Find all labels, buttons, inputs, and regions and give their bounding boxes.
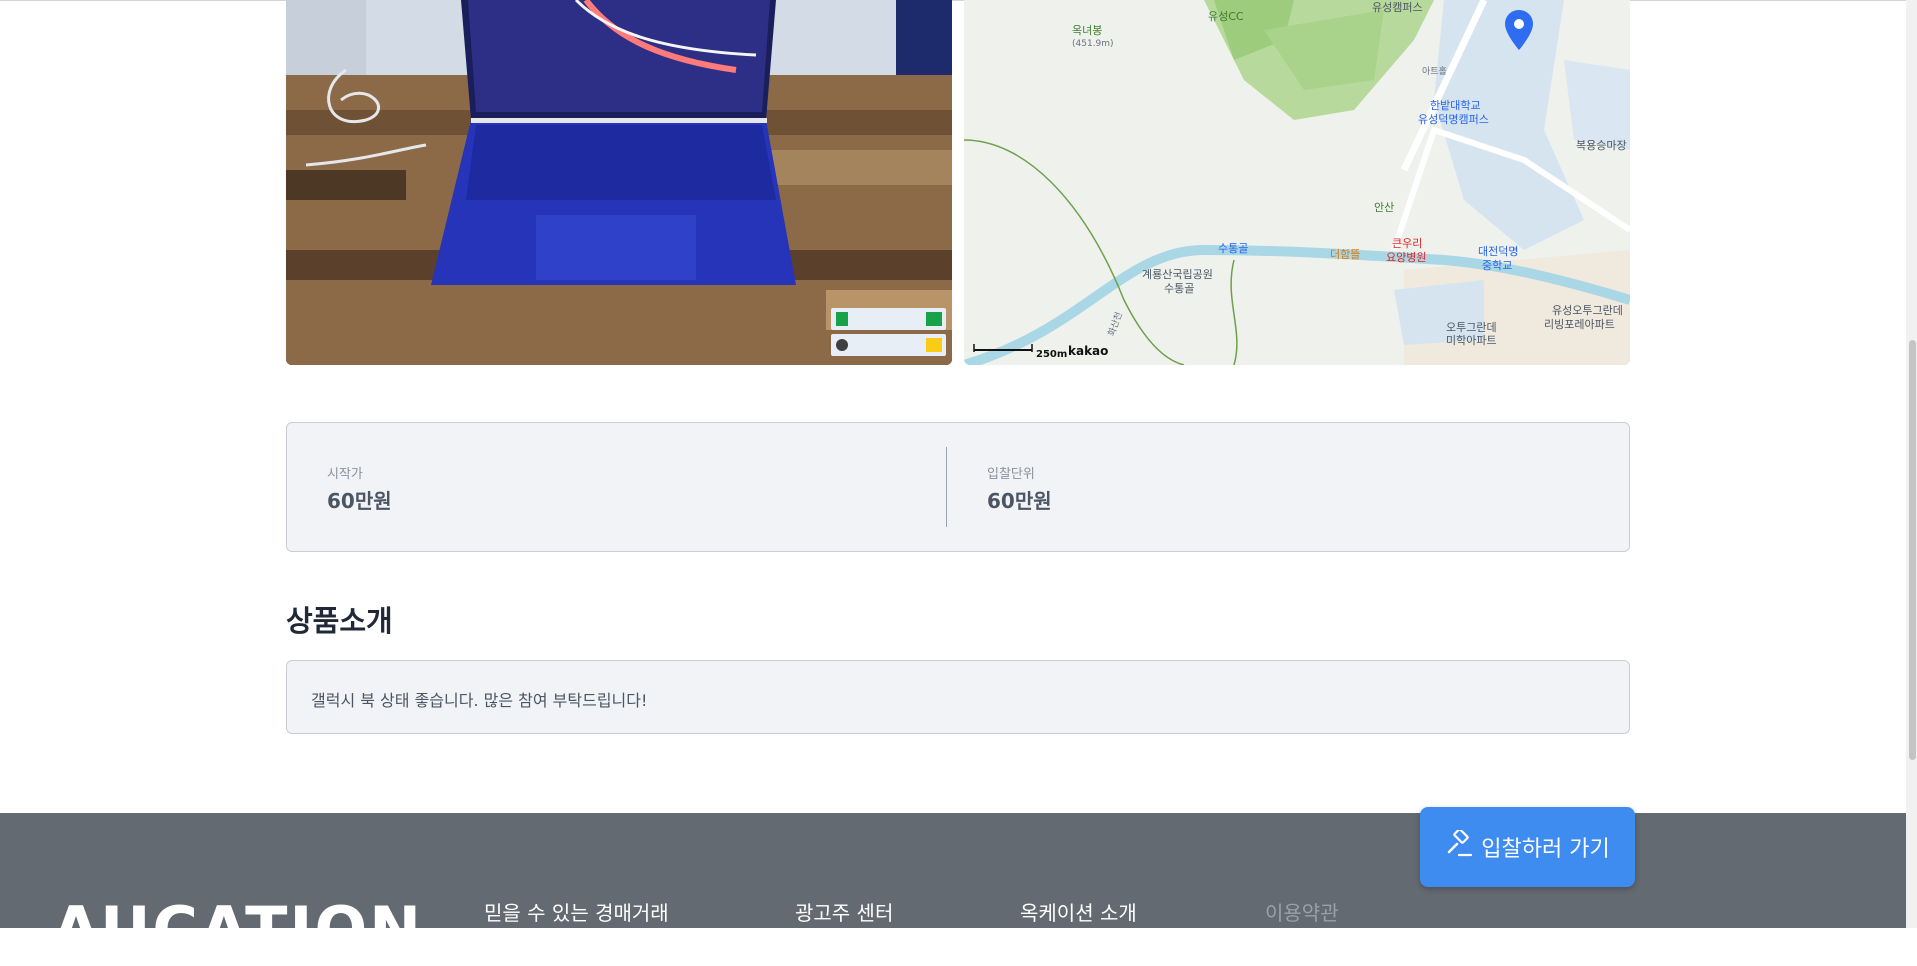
- map-label: 중학교: [1482, 259, 1513, 272]
- bid-increment: 입찰단위 60만원: [987, 463, 1052, 514]
- product-description-box: 갤럭시 북 상태 좋습니다. 많은 참여 부탁드립니다!: [286, 660, 1630, 734]
- footer-link-terms[interactable]: 이용약관: [1265, 897, 1339, 926]
- go-bid-label: 입찰하러 가기: [1481, 837, 1610, 862]
- map-label: 오투그란데: [1446, 321, 1497, 334]
- map-scale-label: 250m: [1036, 349, 1068, 360]
- map-label: (451.9m): [1072, 39, 1114, 49]
- map-pin-icon[interactable]: [1505, 10, 1533, 56]
- map-label: 미학아파트: [1446, 334, 1497, 347]
- map-label: 수통골: [1164, 282, 1195, 295]
- map-label: 유성오투그란데: [1552, 304, 1623, 317]
- map-label: 한밭대학교: [1430, 99, 1481, 112]
- price-divider: [946, 447, 947, 527]
- footer-link-advertiser-center[interactable]: 광고주 센터: [795, 897, 893, 926]
- start-price-label: 시작가: [327, 467, 363, 482]
- go-bid-button[interactable]: 입찰하러 가기: [1420, 807, 1635, 887]
- map-label: 리빙포레아파트: [1544, 318, 1615, 331]
- map-label: 유성덕명캠퍼스: [1418, 113, 1489, 126]
- map-label: 옥녀봉: [1072, 24, 1103, 37]
- map-label: 대전덕명: [1478, 245, 1519, 258]
- footer-link-about[interactable]: 옥케이션 소개: [1020, 897, 1137, 926]
- map-label: 유성캠퍼스: [1372, 1, 1423, 14]
- map-label: 유성CC: [1208, 10, 1244, 23]
- product-description: 갤럭시 북 상태 좋습니다. 많은 참여 부탁드립니다!: [311, 691, 648, 710]
- footer-link-trusted-auction[interactable]: 믿을 수 있는 경매거래: [484, 897, 669, 926]
- map-label: 복용승마장: [1576, 139, 1627, 152]
- map-label: 아트홀: [1422, 67, 1447, 77]
- bid-increment-value: 60만원: [987, 489, 1052, 513]
- footer-logo[interactable]: AUCATION: [52, 899, 423, 961]
- bid-increment-label: 입찰단위: [987, 467, 1035, 482]
- start-price: 시작가 60만원: [327, 463, 392, 514]
- kakao-logo: kakao: [1068, 344, 1109, 358]
- start-price-value: 60만원: [327, 489, 392, 513]
- map-label: 수통골: [1218, 242, 1249, 255]
- price-info-box: 시작가 60만원 입찰단위 60만원: [286, 422, 1630, 552]
- map-label: 요양병원: [1386, 251, 1427, 264]
- scrollbar-thumb[interactable]: [1909, 340, 1916, 760]
- map-label: 계룡산국립공원: [1142, 268, 1213, 281]
- gavel-icon: [1445, 828, 1473, 864]
- map-label: 큰우리: [1392, 237, 1423, 250]
- product-photo[interactable]: [286, 0, 952, 365]
- map-label: 안산: [1374, 201, 1395, 214]
- map-label: 더함뜰: [1330, 248, 1361, 261]
- product-intro-title: 상품소개: [286, 604, 393, 638]
